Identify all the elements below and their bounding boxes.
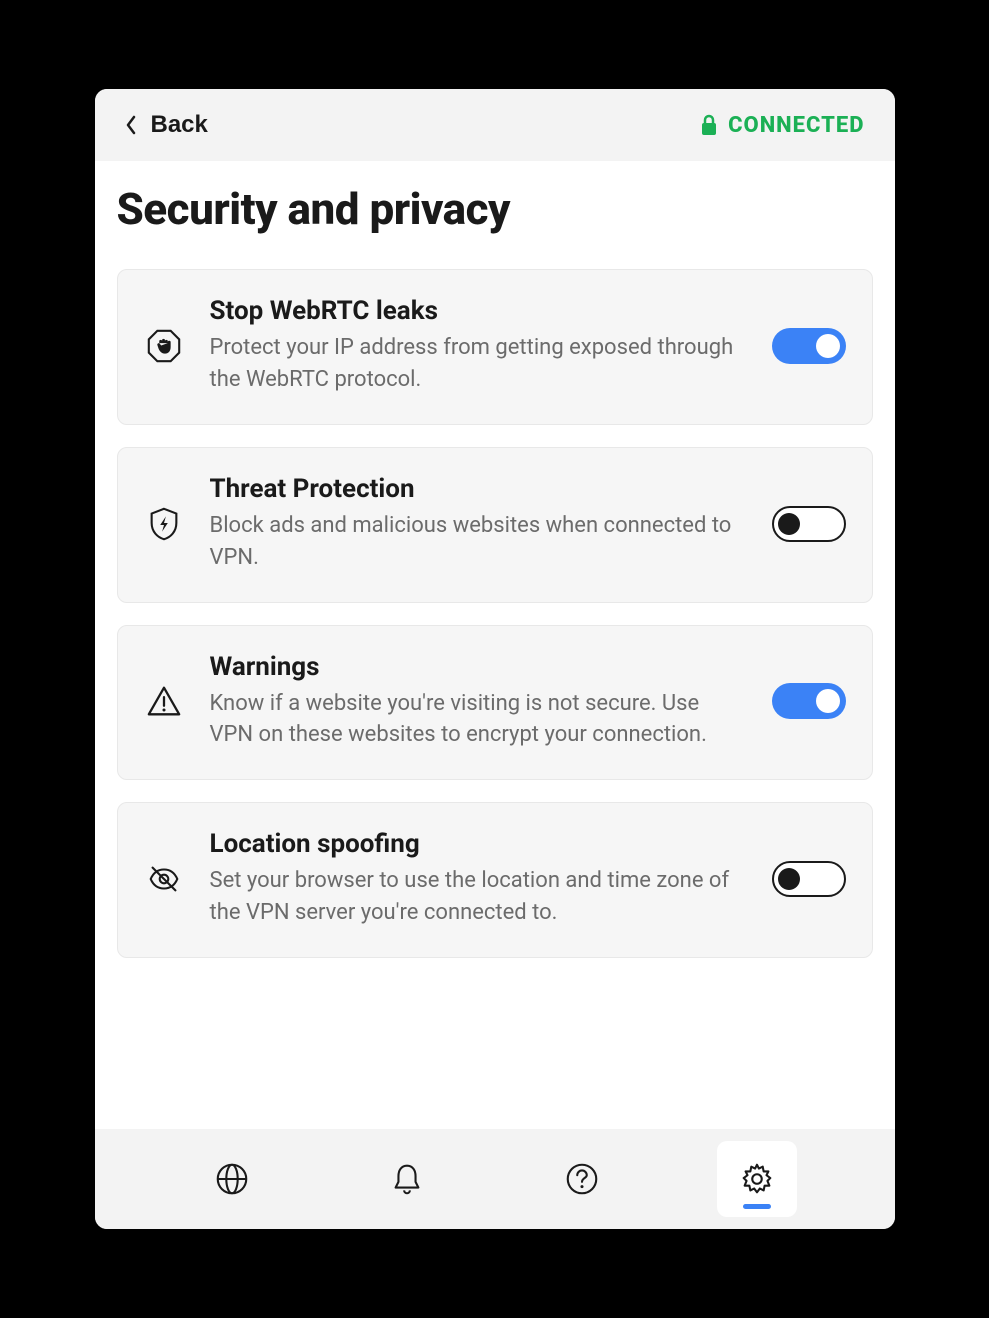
bottom-nav [95, 1129, 895, 1229]
setting-location-spoofing: Location spoofing Set your browser to us… [117, 802, 873, 958]
nav-settings[interactable] [717, 1141, 797, 1217]
setting-title: Stop WebRTC leaks [210, 296, 746, 326]
eye-off-icon [144, 859, 184, 899]
connection-status: CONNECTED [700, 113, 864, 138]
back-label: Back [151, 111, 208, 139]
toggle-warnings[interactable] [772, 683, 846, 719]
app-window: Back CONNECTED Security and privacy Stop… [95, 89, 895, 1229]
page-title: Security and privacy [117, 183, 873, 235]
setting-text: Location spoofing Set your browser to us… [210, 829, 746, 929]
globe-icon [213, 1160, 251, 1198]
toggle-knob [778, 868, 800, 890]
status-label: CONNECTED [728, 113, 864, 138]
hand-octagon-icon [144, 326, 184, 366]
warning-triangle-icon [144, 681, 184, 721]
setting-desc: Know if a website you're visiting is not… [210, 688, 746, 752]
toggle-knob [778, 513, 800, 535]
help-icon [563, 1160, 601, 1198]
setting-threat-protection: Threat Protection Block ads and maliciou… [117, 447, 873, 603]
bell-icon [388, 1160, 426, 1198]
content-area: Security and privacy Stop WebRTC leaks P… [95, 161, 895, 1129]
nav-globe[interactable] [192, 1141, 272, 1217]
nav-notifications[interactable] [367, 1141, 447, 1217]
nav-help[interactable] [542, 1141, 622, 1217]
setting-desc: Block ads and malicious websites when co… [210, 510, 746, 574]
gear-icon [738, 1160, 776, 1198]
setting-text: Warnings Know if a website you're visiti… [210, 652, 746, 752]
toggle-location-spoofing[interactable] [772, 861, 846, 897]
setting-text: Threat Protection Block ads and maliciou… [210, 474, 746, 574]
setting-desc: Protect your IP address from getting exp… [210, 332, 746, 396]
chevron-left-icon [125, 115, 137, 135]
toggle-threat-protection[interactable] [772, 506, 846, 542]
toggle-knob [816, 334, 840, 358]
lock-icon [700, 114, 718, 136]
back-button[interactable]: Back [125, 111, 208, 139]
setting-title: Warnings [210, 652, 746, 682]
setting-text: Stop WebRTC leaks Protect your IP addres… [210, 296, 746, 396]
setting-title: Threat Protection [210, 474, 746, 504]
setting-title: Location spoofing [210, 829, 746, 859]
setting-webrtc: Stop WebRTC leaks Protect your IP addres… [117, 269, 873, 425]
setting-desc: Set your browser to use the location and… [210, 865, 746, 929]
toggle-knob [816, 689, 840, 713]
shield-bolt-icon [144, 504, 184, 544]
toggle-webrtc[interactable] [772, 328, 846, 364]
header-bar: Back CONNECTED [95, 89, 895, 161]
setting-warnings: Warnings Know if a website you're visiti… [117, 625, 873, 781]
